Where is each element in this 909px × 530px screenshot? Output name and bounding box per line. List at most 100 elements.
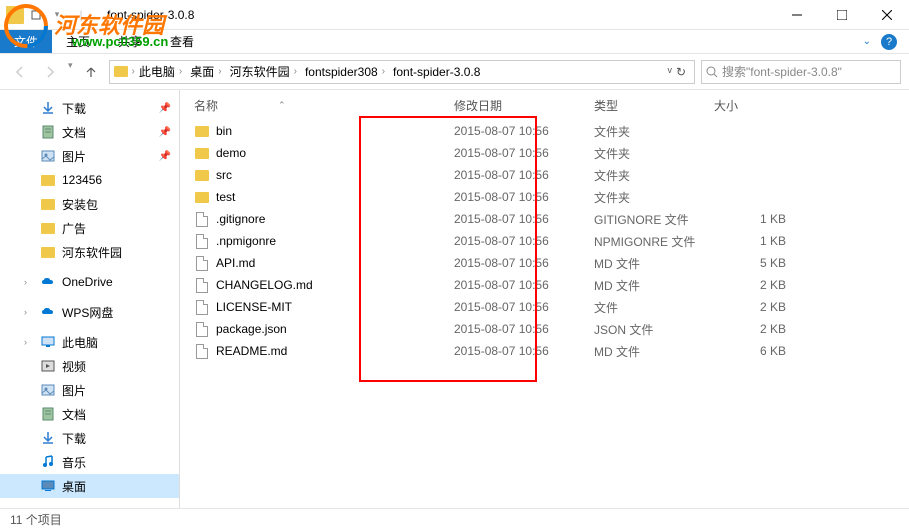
- sidebar-item-label: 音乐: [62, 454, 86, 471]
- column-headers: 名称⌃ 修改日期 类型 大小: [180, 94, 909, 118]
- tab-view[interactable]: 查看: [156, 30, 208, 53]
- col-header-date[interactable]: 修改日期: [454, 97, 594, 114]
- chevron-right-icon: ›: [24, 277, 34, 287]
- file-name: bin: [216, 124, 232, 138]
- address-bar: ▾ › 此电脑› 桌面› 河东软件园› fontspider308› font-…: [0, 54, 909, 90]
- sidebar-item[interactable]: 河东软件园: [0, 240, 179, 264]
- file-size: 2 KB: [714, 300, 794, 314]
- file-name: src: [216, 168, 232, 182]
- sidebar-item[interactable]: 音乐: [0, 450, 179, 474]
- expand-ribbon-icon[interactable]: ⌄: [863, 36, 871, 47]
- breadcrumb-item[interactable]: 桌面›: [186, 63, 225, 80]
- file-row[interactable]: API.md2015-08-07 10:56MD 文件5 KB: [194, 252, 895, 274]
- pictures-icon: [40, 148, 56, 164]
- file-row[interactable]: .gitignore2015-08-07 10:56GITIGNORE 文件1 …: [194, 208, 895, 230]
- file-row[interactable]: .npmigonre2015-08-07 10:56NPMIGONRE 文件1 …: [194, 230, 895, 252]
- nav-forward-button[interactable]: [38, 60, 62, 84]
- minimize-button[interactable]: [774, 0, 819, 30]
- nav-up-button[interactable]: [79, 60, 103, 84]
- file-date: 2015-08-07 10:56: [454, 168, 594, 182]
- col-header-size[interactable]: 大小: [714, 97, 794, 114]
- breadcrumb-dropdown-icon[interactable]: v: [667, 65, 672, 79]
- help-icon[interactable]: ?: [881, 34, 897, 50]
- item-count: 11 个项目: [10, 511, 62, 528]
- breadcrumb-item[interactable]: fontspider308›: [301, 65, 389, 79]
- sidebar-item[interactable]: 下载: [0, 426, 179, 450]
- separator: |: [72, 6, 90, 24]
- file-type: MD 文件: [594, 343, 714, 360]
- sidebar-item[interactable]: ›OneDrive: [0, 270, 179, 294]
- col-header-name[interactable]: 名称⌃: [194, 97, 454, 114]
- file-size: 2 KB: [714, 278, 794, 292]
- search-input[interactable]: 搜索"font-spider-3.0.8": [701, 60, 901, 84]
- status-bar: 11 个项目: [0, 508, 909, 530]
- sidebar-item[interactable]: 文档📌: [0, 120, 179, 144]
- file-date: 2015-08-07 10:56: [454, 190, 594, 204]
- breadcrumb-bar[interactable]: › 此电脑› 桌面› 河东软件园› fontspider308› font-sp…: [109, 60, 695, 84]
- ribbon-help-area: ⌄ ?: [851, 34, 909, 50]
- sidebar-item[interactable]: 桌面: [0, 474, 179, 498]
- file-icon: [194, 233, 210, 249]
- sidebar-item[interactable]: ›此电脑: [0, 330, 179, 354]
- nav-history-dropdown[interactable]: ▾: [68, 60, 73, 84]
- quick-access-icon[interactable]: [27, 6, 45, 24]
- col-header-type[interactable]: 类型: [594, 97, 714, 114]
- sidebar-item[interactable]: 安装包: [0, 192, 179, 216]
- main-content-area: 下载📌文档📌图片📌123456安装包广告河东软件园›OneDrive›WPS网盘…: [0, 90, 909, 508]
- breadcrumb-item[interactable]: 此电脑›: [135, 63, 186, 80]
- sort-indicator-icon: ⌃: [278, 100, 286, 111]
- sidebar-item[interactable]: 广告: [0, 216, 179, 240]
- breadcrumb-item[interactable]: font-spider-3.0.8: [389, 65, 484, 79]
- tab-file[interactable]: 文件: [0, 30, 52, 53]
- wps-icon: [40, 304, 56, 320]
- folder-icon: [40, 244, 56, 260]
- sidebar-item[interactable]: ›WPS网盘: [0, 300, 179, 324]
- file-name: CHANGELOG.md: [216, 278, 313, 292]
- sidebar-item-label: 此电脑: [62, 334, 98, 351]
- file-name: API.md: [216, 256, 255, 270]
- quick-access-toolbar: ▾ |: [0, 6, 99, 24]
- file-row[interactable]: CHANGELOG.md2015-08-07 10:56MD 文件2 KB: [194, 274, 895, 296]
- sidebar-item[interactable]: 下载📌: [0, 96, 179, 120]
- sidebar-item[interactable]: 图片: [0, 378, 179, 402]
- folder-icon: [6, 6, 24, 24]
- close-button[interactable]: [864, 0, 909, 30]
- file-type: MD 文件: [594, 277, 714, 294]
- pin-icon: 📌: [159, 103, 171, 114]
- file-icon: [194, 343, 210, 359]
- sidebar-item[interactable]: 文档: [0, 402, 179, 426]
- pc-icon: [40, 334, 56, 350]
- ribbon-tabs: 文件 主页 共享 查看 ⌄ ?: [0, 30, 909, 54]
- sidebar-item[interactable]: 123456: [0, 168, 179, 192]
- file-date: 2015-08-07 10:56: [454, 256, 594, 270]
- file-icon: [194, 299, 210, 315]
- window-title: font-spider-3.0.8: [99, 8, 774, 22]
- file-row[interactable]: README.md2015-08-07 10:56MD 文件6 KB: [194, 340, 895, 362]
- tab-share[interactable]: 共享: [104, 30, 156, 53]
- nav-back-button[interactable]: [8, 60, 32, 84]
- sidebar-item-label: WPS网盘: [62, 304, 113, 321]
- file-type: 文件夹: [594, 123, 714, 140]
- file-date: 2015-08-07 10:56: [454, 234, 594, 248]
- file-date: 2015-08-07 10:56: [454, 344, 594, 358]
- file-date: 2015-08-07 10:56: [454, 146, 594, 160]
- file-size: 6 KB: [714, 344, 794, 358]
- file-row[interactable]: package.json2015-08-07 10:56JSON 文件2 KB: [194, 318, 895, 340]
- pin-icon: 📌: [159, 127, 171, 138]
- breadcrumb-item[interactable]: 河东软件园›: [226, 63, 301, 80]
- maximize-button[interactable]: [819, 0, 864, 30]
- pin-icon: 📌: [159, 151, 171, 162]
- sidebar-item[interactable]: 图片📌: [0, 144, 179, 168]
- file-row[interactable]: demo2015-08-07 10:56文件夹: [194, 142, 895, 164]
- file-row[interactable]: src2015-08-07 10:56文件夹: [194, 164, 895, 186]
- folder-icon: [40, 172, 56, 188]
- file-row[interactable]: test2015-08-07 10:56文件夹: [194, 186, 895, 208]
- file-row[interactable]: bin2015-08-07 10:56文件夹: [194, 120, 895, 142]
- sidebar-item[interactable]: 视频: [0, 354, 179, 378]
- quick-access-dropdown-icon[interactable]: ▾: [48, 6, 66, 24]
- refresh-icon[interactable]: ↻: [676, 65, 686, 79]
- tab-home[interactable]: 主页: [52, 30, 104, 53]
- file-row[interactable]: LICENSE-MIT2015-08-07 10:56文件2 KB: [194, 296, 895, 318]
- file-name: package.json: [216, 322, 287, 336]
- file-size: 5 KB: [714, 256, 794, 270]
